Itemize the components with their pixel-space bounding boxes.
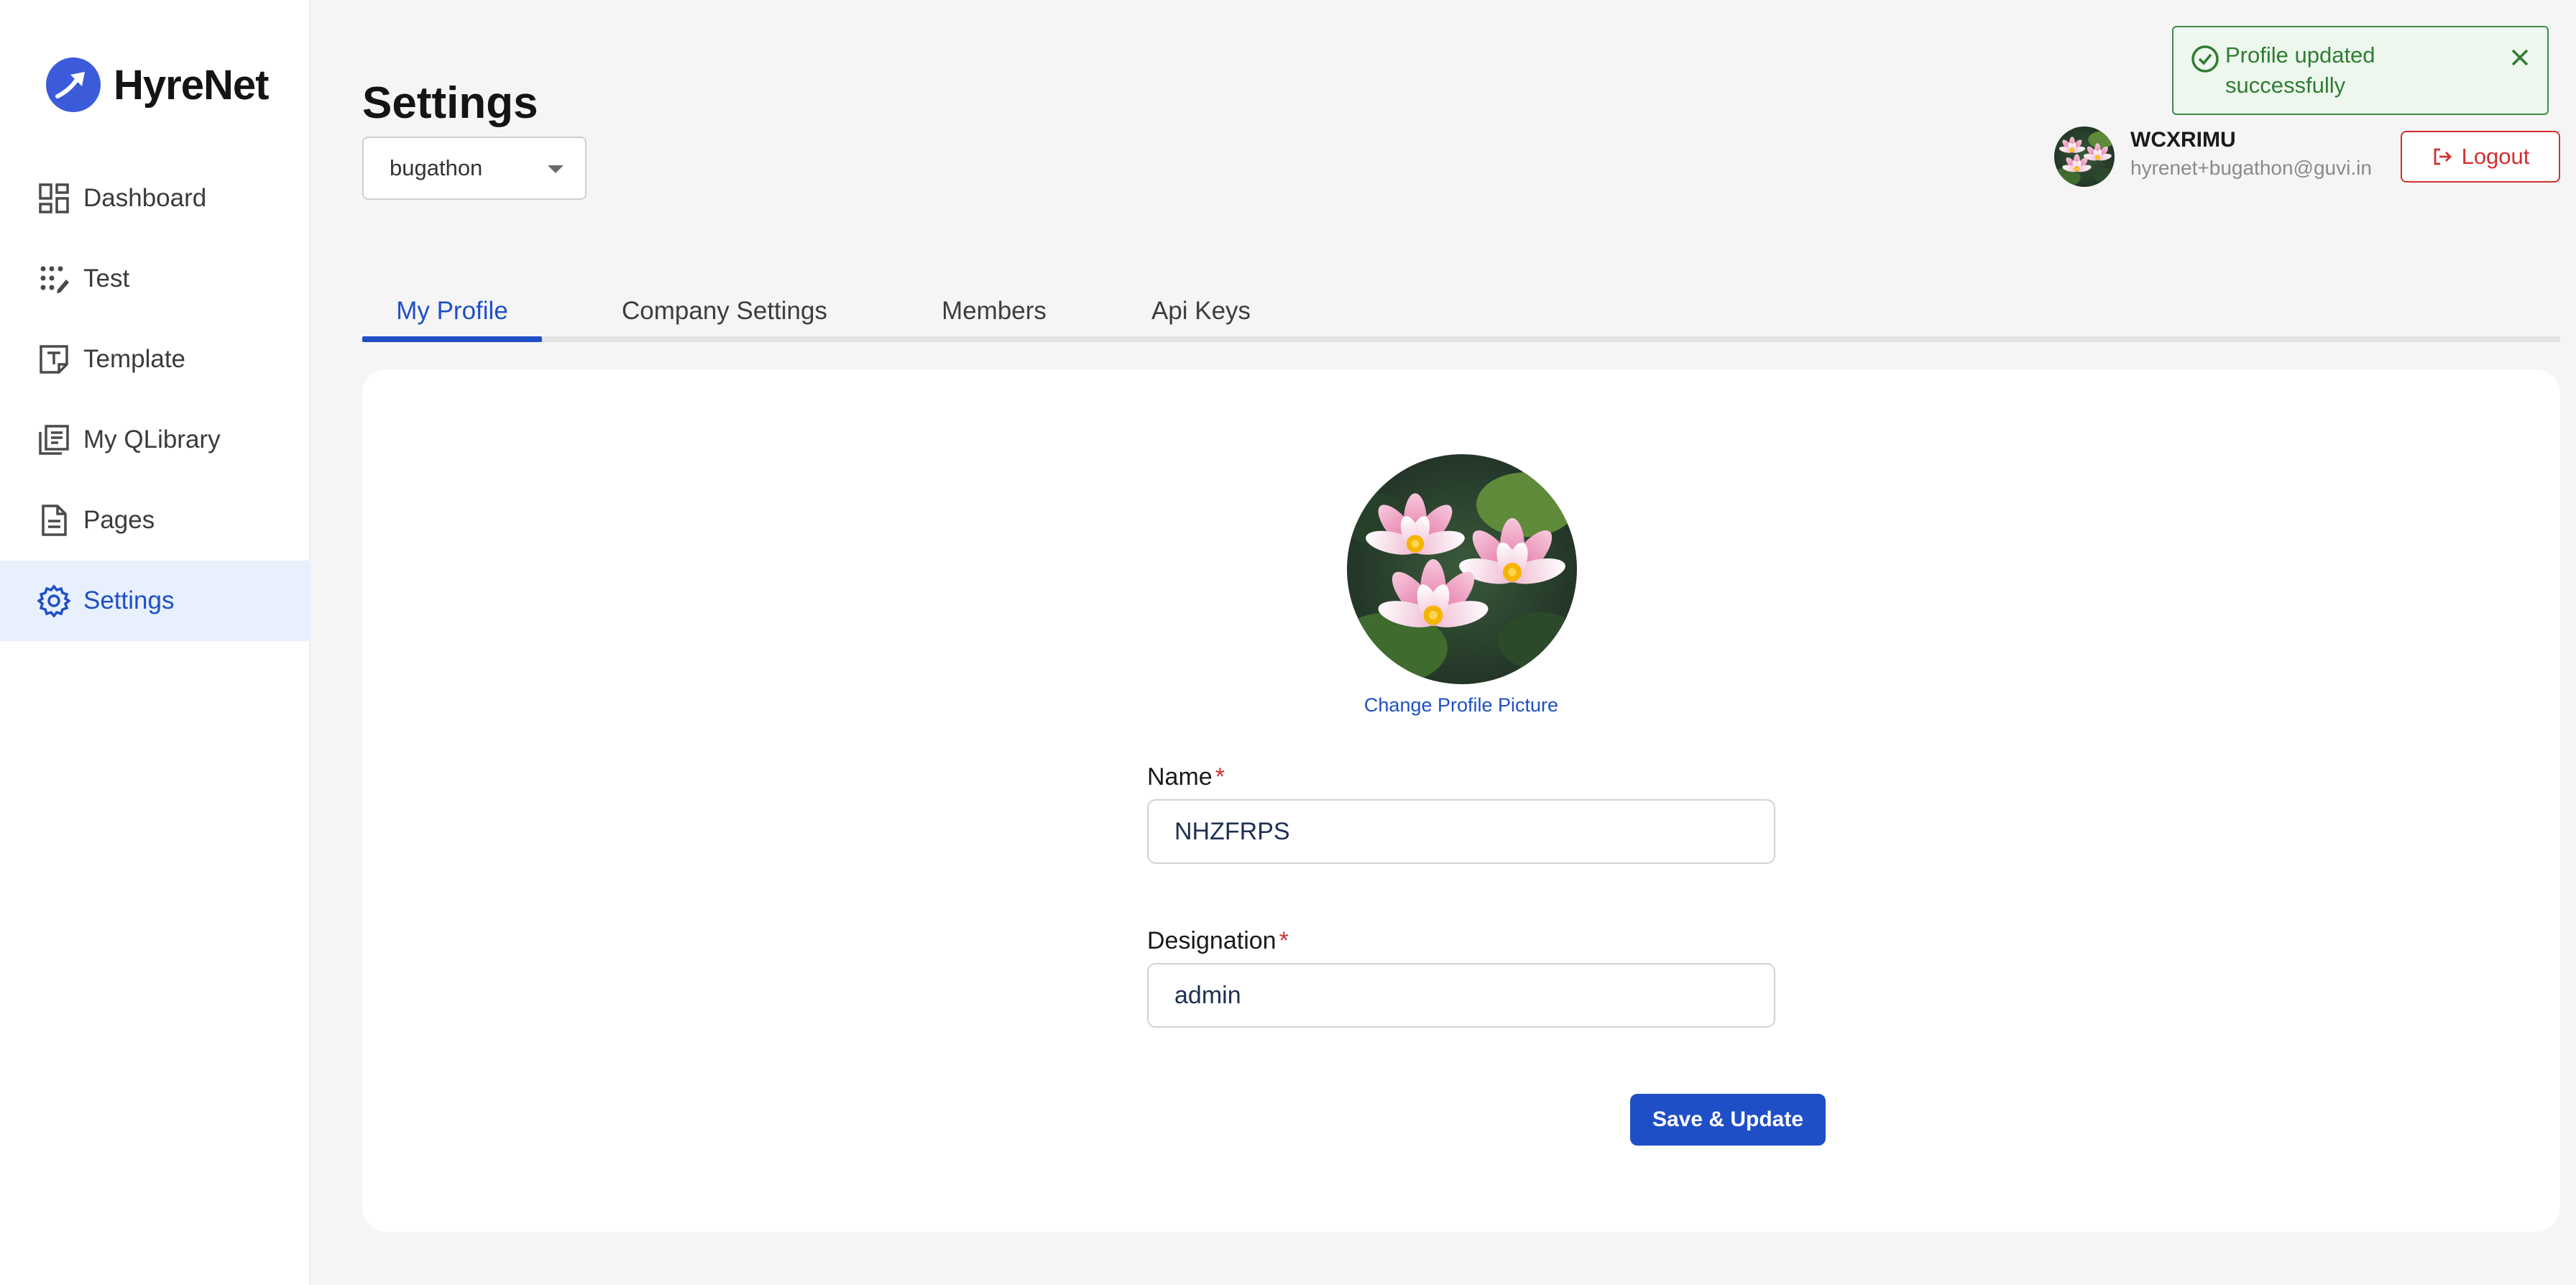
sidebar-item-test[interactable]: Test [0, 239, 310, 319]
brand[interactable]: HyreNet [45, 56, 269, 114]
caret-down-icon [548, 165, 564, 173]
tab-members[interactable]: Members [926, 280, 1062, 342]
app-root: HyreNet Dashboard Test Template My QLibr… [0, 0, 2576, 1285]
main-content: Settings bugathon My Profile Company Set… [310, 0, 2576, 1285]
designation-label-text: Designation [1147, 927, 1276, 954]
test-icon [37, 262, 70, 295]
sidebar-item-label: Template [83, 345, 186, 373]
logout-button[interactable]: Logout [2401, 131, 2560, 183]
name-field[interactable] [1147, 799, 1775, 864]
name-label: Name * [1147, 763, 1225, 791]
avatar[interactable] [2054, 126, 2115, 187]
save-update-button[interactable]: Save & Update [1630, 1094, 1826, 1146]
sidebar-item-settings[interactable]: Settings [0, 561, 310, 641]
sidebar-item-label: Pages [83, 506, 155, 534]
sidebar-nav: Dashboard Test Template My QLibrary Page… [0, 158, 310, 641]
dashboard-icon [37, 182, 70, 215]
close-icon[interactable] [2506, 43, 2534, 72]
pages-icon [37, 504, 70, 537]
user-email: hyrenet+bugathon@guvi.in [2130, 157, 2372, 179]
required-marker: * [1215, 763, 1225, 791]
sidebar-item-label: Settings [83, 586, 175, 614]
qlibrary-icon [37, 423, 70, 456]
sidebar: HyreNet Dashboard Test Template My QLibr… [0, 0, 310, 1285]
sidebar-item-label: Dashboard [83, 184, 207, 212]
water-lily-image [2054, 126, 2115, 187]
required-marker: * [1279, 927, 1289, 954]
settings-tabs: My Profile Company Settings Members Api … [362, 280, 2560, 342]
organization-select-value: bugathon [390, 155, 483, 180]
page-title: Settings [362, 78, 538, 128]
sidebar-item-label: My QLibrary [83, 425, 221, 453]
brand-name: HyreNet [114, 61, 269, 109]
name-label-text: Name [1147, 763, 1213, 791]
logout-label: Logout [2461, 144, 2530, 169]
check-circle-icon [2191, 45, 2219, 73]
gear-icon [37, 584, 70, 617]
sidebar-item-label: Test [83, 264, 130, 293]
change-profile-picture-link[interactable]: Change Profile Picture [362, 694, 2560, 717]
user-name: WCXRIMU [2130, 128, 2236, 152]
template-icon [37, 343, 70, 376]
sidebar-item-pages[interactable]: Pages [0, 480, 310, 561]
success-toast: Profile updated successfully [2172, 26, 2549, 115]
logout-icon [2434, 148, 2452, 165]
organization-select[interactable]: bugathon [362, 137, 586, 200]
profile-card: Change Profile Picture Name* Designation… [362, 369, 2560, 1232]
tab-my-profile[interactable]: My Profile [362, 280, 542, 342]
toast-message: Profile updated successfully [2225, 42, 2375, 98]
profile-picture[interactable] [1347, 454, 1577, 684]
hyrenet-logo-icon [46, 57, 101, 112]
sidebar-item-my-qlibrary[interactable]: My QLibrary [0, 400, 310, 480]
sidebar-item-dashboard[interactable]: Dashboard [0, 158, 310, 239]
tab-api-keys[interactable]: Api Keys [1133, 280, 1269, 342]
sidebar-item-template[interactable]: Template [0, 319, 310, 400]
designation-label: Designation * [1147, 927, 1289, 955]
water-lily-image [1347, 454, 1577, 684]
designation-field[interactable] [1147, 963, 1775, 1028]
tab-company-settings[interactable]: Company Settings [617, 280, 832, 342]
